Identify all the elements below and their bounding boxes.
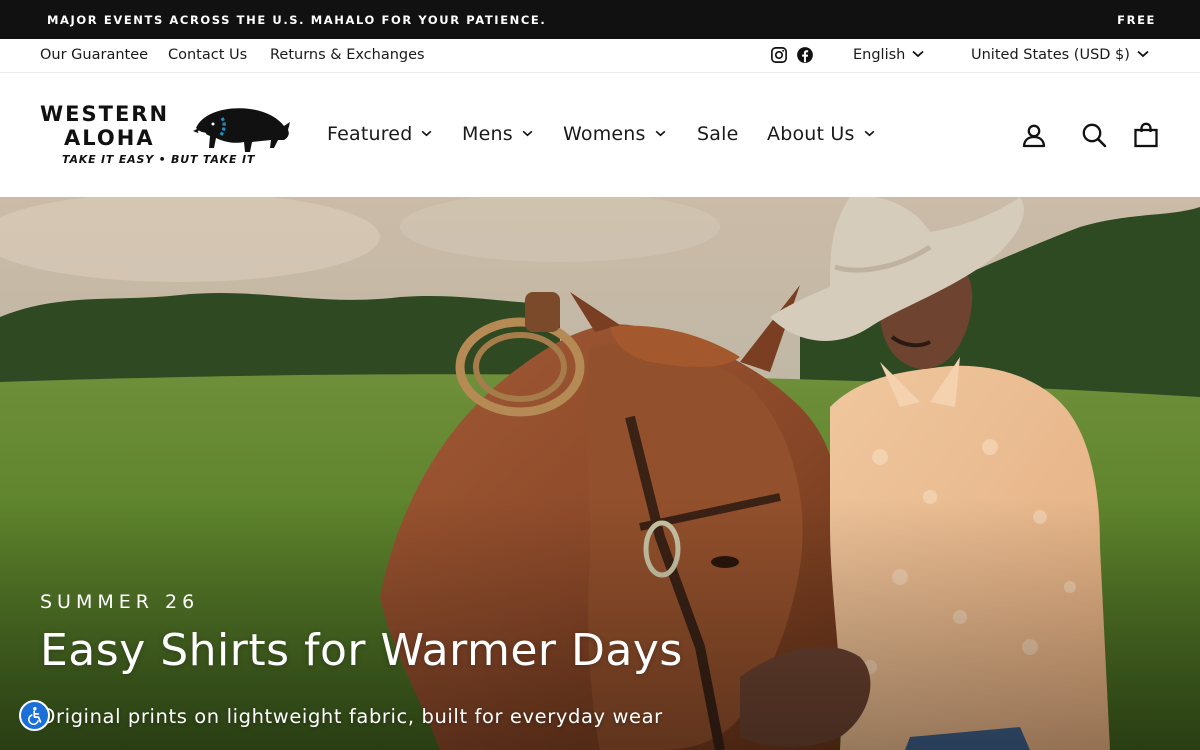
currency-selector[interactable]: United States (USD $) (971, 47, 1149, 63)
announcement-bar: MAJOR EVENTS ACROSS THE U.S. MAHALO FOR … (0, 0, 1200, 39)
nav-mens[interactable]: Mens (462, 123, 533, 145)
hero-headline: Easy Shirts for Warmer Days (40, 625, 683, 676)
chevron-down-icon (1137, 50, 1149, 58)
hero-eyebrow: SUMMER 26 (40, 591, 200, 613)
brand-name-line1: WESTERN (40, 102, 169, 126)
search-icon[interactable] (1080, 121, 1108, 149)
nav-mens-label: Mens (462, 123, 513, 145)
link-returns-exchanges[interactable]: Returns & Exchanges (270, 47, 425, 63)
nav-featured[interactable]: Featured (327, 123, 432, 145)
language-value: English (853, 47, 906, 63)
nav-featured-label: Featured (327, 123, 413, 145)
brand-name-line2: ALOHA (64, 126, 155, 150)
link-contact-us[interactable]: Contact Us (168, 47, 247, 63)
chevron-down-icon (422, 130, 432, 136)
brand-logo[interactable]: WESTERN ALOHA TAKE IT EASY • BUT TAKE IT (38, 100, 293, 170)
nav-sale-label: Sale (697, 123, 739, 145)
language-selector[interactable]: English (853, 47, 924, 63)
accessibility-button[interactable] (19, 700, 50, 731)
facebook-icon[interactable] (796, 46, 814, 64)
accessibility-icon (28, 707, 42, 725)
currency-value: United States (USD $) (971, 47, 1130, 63)
account-icon[interactable] (1020, 121, 1048, 149)
announcement-secondary[interactable]: FREE (1117, 13, 1156, 27)
brand-tagline: TAKE IT EASY • BUT TAKE IT (62, 153, 256, 166)
chevron-down-icon (864, 130, 875, 136)
cart-icon[interactable] (1132, 121, 1160, 149)
utility-bar: Our Guarantee Contact Us Returns & Excha… (0, 39, 1200, 73)
hero-banner[interactable]: SUMMER 26 Easy Shirts for Warmer Days Or… (0, 197, 1200, 750)
chevron-down-icon (655, 130, 666, 136)
nav-sale[interactable]: Sale (697, 123, 738, 145)
chevron-down-icon (522, 130, 533, 136)
chevron-down-icon (912, 50, 924, 58)
nav-womens[interactable]: Womens (563, 123, 666, 145)
nav-womens-label: Womens (563, 123, 646, 145)
instagram-icon[interactable] (770, 46, 788, 64)
boar-icon (193, 108, 290, 152)
hero-subline: Original prints on lightweight fabric, b… (40, 705, 663, 728)
nav-about-us-label: About Us (767, 123, 855, 145)
site-header: WESTERN ALOHA TAKE IT EASY • BUT TAKE IT… (0, 73, 1200, 197)
announcement-message[interactable]: MAJOR EVENTS ACROSS THE U.S. MAHALO FOR … (47, 13, 546, 27)
nav-about-us[interactable]: About Us (767, 123, 875, 145)
link-our-guarantee[interactable]: Our Guarantee (40, 47, 148, 63)
